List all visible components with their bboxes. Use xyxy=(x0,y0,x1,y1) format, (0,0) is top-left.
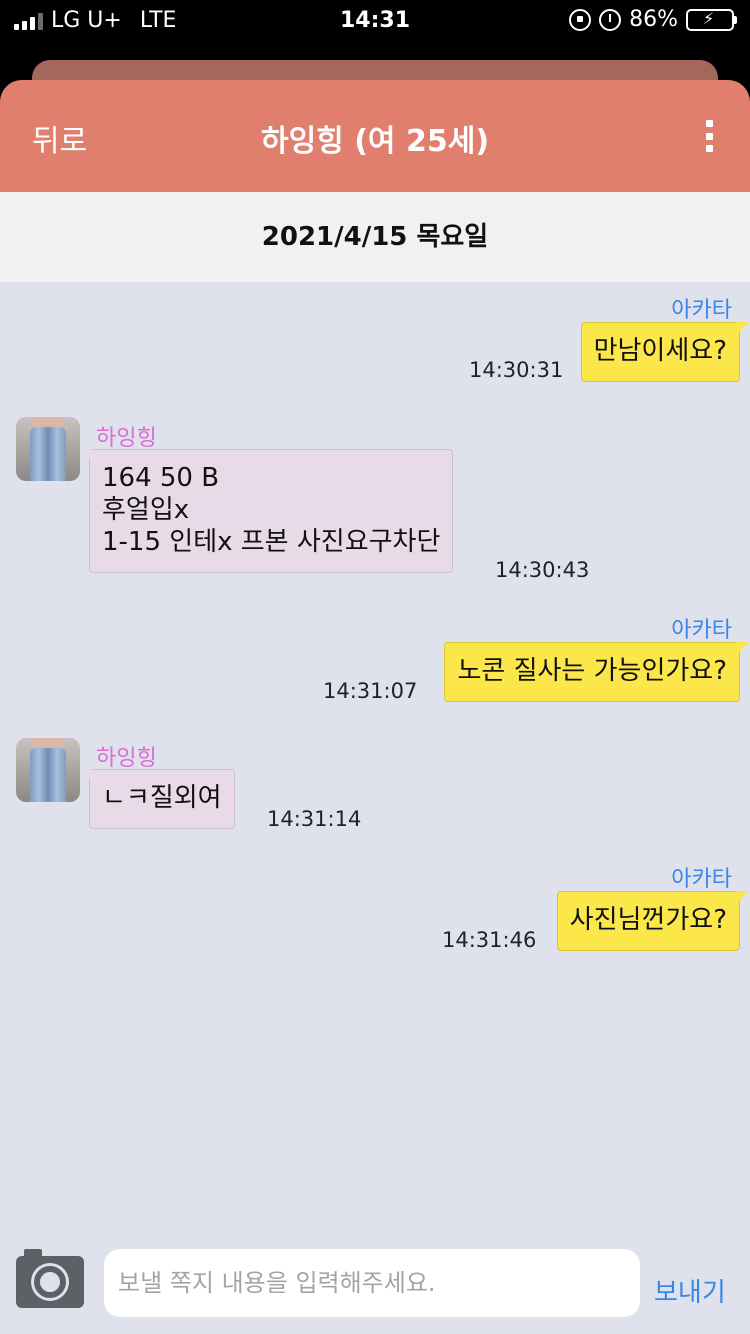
alarm-icon xyxy=(599,8,622,31)
sender-name: 아카타 xyxy=(671,298,732,323)
avatar[interactable] xyxy=(16,738,80,802)
message-time: 14:30:43 xyxy=(495,558,590,582)
avatar[interactable] xyxy=(16,417,80,481)
message-text: 1-15 인테x 프본 사진요구차단 xyxy=(102,527,441,557)
message-text: 사진님껀가요? xyxy=(569,905,727,935)
rotation-lock-icon xyxy=(569,8,592,31)
message-bubble-theirs[interactable]: ㄴㅋ질외여 xyxy=(80,769,235,829)
battery-charging-icon xyxy=(686,8,737,31)
sender-name: 아카타 xyxy=(671,867,732,892)
message-bubble-theirs[interactable]: 164 50 B 후얼입x 1-15 인테x 프본 사진요구차단 xyxy=(79,449,454,573)
message-text: 후얼입x xyxy=(102,495,190,525)
message-time: 14:31:07 xyxy=(323,679,418,703)
message-text: 만남이세요? xyxy=(593,336,727,366)
chat-header: 뒤로 하잉힝 (여 25세) xyxy=(0,80,750,192)
message-time: 14:30:31 xyxy=(469,358,564,382)
message-text: ㄴㅋ질외여 xyxy=(102,783,222,813)
camera-icon[interactable] xyxy=(16,1249,84,1308)
message-bubble-mine[interactable]: 노콘 질사는 가능인가요? xyxy=(444,642,749,702)
message-bubble-mine[interactable]: 만남이세요? xyxy=(580,322,750,382)
sender-name: 하잉힝 xyxy=(96,426,157,451)
battery-percent: 86% xyxy=(629,7,678,32)
message-time: 14:31:14 xyxy=(267,807,362,831)
status-bar: LG U+ LTE 14:31 86% xyxy=(0,0,750,40)
chat-title: 하잉힝 (여 25세) xyxy=(260,124,490,159)
date-divider: 2021/4/15 목요일 xyxy=(0,192,750,282)
message-text: 164 50 B xyxy=(102,463,220,493)
message-time: 14:31:46 xyxy=(442,928,537,952)
send-button[interactable]: 보내기 xyxy=(654,1272,726,1309)
sender-name: 아카타 xyxy=(671,618,732,643)
message-list[interactable]: 아카타 만남이세요? 14:30:31 하잉힝 164 50 B 후얼입x 1-… xyxy=(0,282,750,1234)
message-text: 노콘 질사는 가능인가요? xyxy=(457,656,727,686)
sender-name: 하잉힝 xyxy=(96,746,157,771)
message-input[interactable] xyxy=(104,1249,640,1317)
message-bubble-mine[interactable]: 사진님껀가요? xyxy=(556,891,750,951)
status-right: 86% xyxy=(569,7,737,32)
more-options-icon[interactable] xyxy=(704,120,714,152)
compose-bar: 보내기 xyxy=(0,1234,750,1334)
